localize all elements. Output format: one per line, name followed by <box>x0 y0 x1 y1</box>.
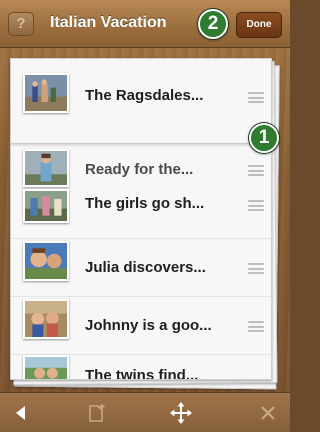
entry-list: The Ragsdales... Ready for the... The gi… <box>10 58 272 380</box>
reorder-grip-icon[interactable] <box>248 200 264 211</box>
list-item-dragging[interactable]: Ready for the... <box>11 147 271 191</box>
new-page-icon[interactable] <box>84 401 110 425</box>
entry-title: Ready for the... <box>85 161 194 178</box>
entry-thumbnail <box>23 355 69 379</box>
reorder-grip-icon[interactable] <box>248 263 264 274</box>
entry-title: The Ragsdales... <box>85 87 204 104</box>
help-button[interactable]: ? <box>8 12 34 36</box>
entry-title: The twins find... <box>85 367 199 380</box>
reorder-grip-icon[interactable] <box>248 92 264 103</box>
callout-badge-1: 1 <box>249 123 279 153</box>
entry-title: Johnny is a goo... <box>85 317 212 334</box>
entry-thumbnail <box>23 73 69 113</box>
page-title: Italian Vacation <box>50 14 167 31</box>
entry-title: Julia discovers... <box>85 259 206 276</box>
reorder-grip-icon[interactable] <box>248 321 264 332</box>
back-arrow-icon[interactable] <box>8 401 34 425</box>
move-arrows-icon[interactable] <box>168 401 194 425</box>
entry-thumbnail <box>23 149 69 187</box>
list-item[interactable]: The twins find... <box>11 355 271 380</box>
list-item[interactable]: The Ragsdales... <box>11 65 271 135</box>
entry-title: The girls go sh... <box>85 195 205 212</box>
entry-thumbnail <box>23 299 69 339</box>
list-item[interactable]: Johnny is a goo... <box>11 297 271 355</box>
entry-thumbnail <box>23 189 69 223</box>
done-button[interactable]: Done <box>236 12 282 38</box>
delete-x-icon[interactable] <box>255 401 281 425</box>
list-item[interactable]: Julia discovers... <box>11 239 271 297</box>
entry-thumbnail <box>23 241 69 281</box>
bottom-toolbar <box>0 392 290 432</box>
top-bar: ? Italian Vacation Done <box>0 0 290 48</box>
list-item[interactable]: The girls go sh... <box>11 189 271 239</box>
callout-badge-2: 2 <box>198 9 228 39</box>
reorder-grip-icon[interactable] <box>248 165 264 176</box>
